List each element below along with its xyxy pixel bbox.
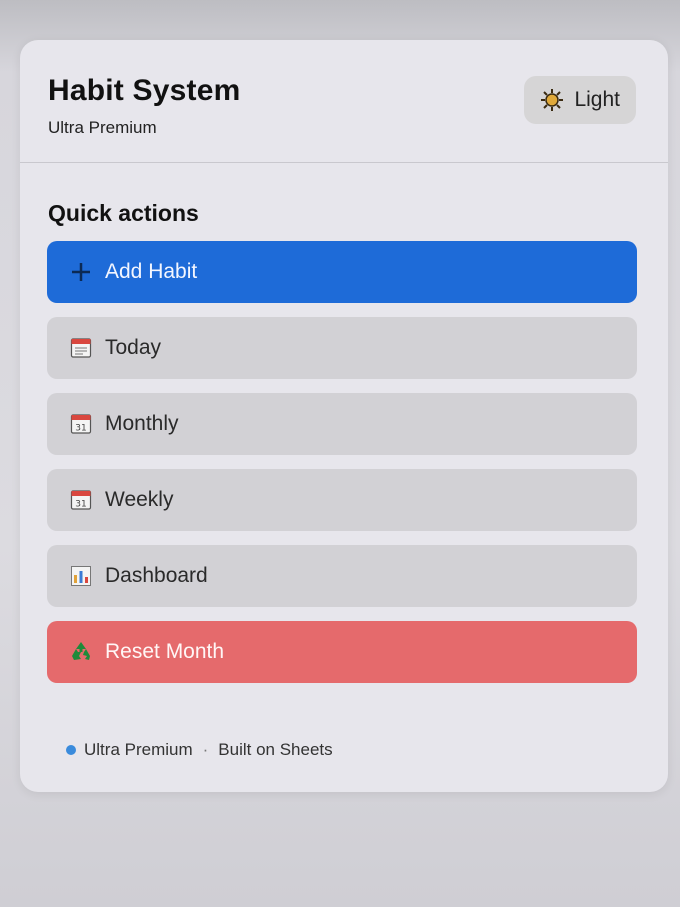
footer-separator: · [202, 740, 209, 759]
recycle-icon [69, 640, 93, 664]
plus-icon [69, 260, 93, 284]
sidebar-panel: Habit System Ultra Premium Light Quick a… [20, 40, 668, 792]
footer-brand: Ultra Premium [84, 740, 193, 759]
calendar-icon: 31 [69, 412, 93, 436]
svg-text:31: 31 [75, 500, 86, 510]
quick-actions-list: Add Habit Today 31 Monthly 31 Weekly Das… [47, 241, 637, 697]
theme-toggle-button[interactable]: Light [524, 76, 636, 124]
reset-month-label: Reset Month [105, 640, 225, 663]
svg-text:31: 31 [75, 424, 86, 434]
dashboard-button[interactable]: Dashboard [47, 545, 637, 607]
monthly-button[interactable]: 31 Monthly [47, 393, 637, 455]
calendar-icon: 31 [69, 488, 93, 512]
today-label: Today [105, 336, 162, 359]
footer-note: Built on Sheets [218, 740, 333, 759]
bar-chart-icon [69, 564, 93, 588]
panel-header: Habit System Ultra Premium Light [20, 40, 668, 163]
status-dot [66, 745, 76, 755]
reset-month-button[interactable]: Reset Month [47, 621, 637, 683]
weekly-label: Weekly [105, 488, 174, 511]
sun-icon [540, 88, 564, 112]
app-subtitle: Ultra Premium [48, 118, 157, 137]
add-habit-button[interactable]: Add Habit [47, 241, 637, 303]
theme-toggle-label: Light [574, 88, 620, 111]
weekly-button[interactable]: 31 Weekly [47, 469, 637, 531]
footer: Ultra Premium · Built on Sheets [66, 740, 333, 760]
section-title: Quick actions [48, 200, 199, 226]
app-title: Habit System [48, 74, 241, 107]
dashboard-label: Dashboard [105, 564, 208, 587]
add-habit-label: Add Habit [105, 260, 198, 283]
screen: Habit System Ultra Premium Light Quick a… [0, 0, 680, 907]
today-button[interactable]: Today [47, 317, 637, 379]
calendar-icon [69, 336, 93, 360]
monthly-label: Monthly [105, 412, 179, 435]
